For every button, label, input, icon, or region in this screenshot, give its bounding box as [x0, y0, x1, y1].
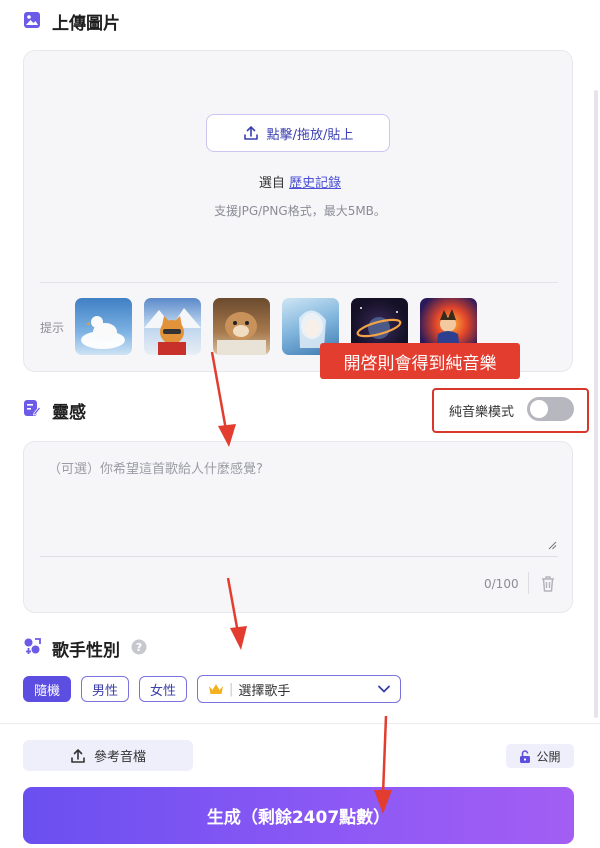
inspiration-divider	[40, 556, 558, 557]
image-icon	[24, 12, 40, 28]
reference-audio-button[interactable]: 參考音檔	[23, 740, 193, 771]
arrow-head-2	[230, 626, 247, 650]
thumbnail-dog-blanket[interactable]	[213, 298, 270, 355]
visibility-button[interactable]: 公開	[506, 744, 574, 768]
scrollbar[interactable]	[594, 90, 598, 718]
upload-icon	[71, 748, 85, 763]
character-counter: 0/100	[484, 577, 519, 591]
hint-label: 提示	[40, 321, 65, 335]
instrumental-mode-toggle[interactable]	[527, 397, 574, 421]
support-text: 支援JPG/PNG格式，最大5MB。	[214, 204, 386, 218]
history-link[interactable]: 歷史記錄	[289, 176, 341, 191]
select-from-row: 選自 歷史記錄	[0, 172, 600, 191]
upload-icon	[243, 126, 258, 140]
singer-gender-icon	[24, 638, 41, 654]
duck-cloud-image	[81, 316, 125, 349]
thumbnail-cat-mountain[interactable]	[144, 298, 201, 355]
bottom-divider	[0, 723, 600, 724]
cat-mountain-image	[144, 308, 201, 355]
toggle-knob	[530, 400, 548, 418]
select-from-prefix: 選自	[258, 176, 285, 191]
thumbnail-duck-cloud[interactable]	[75, 298, 132, 355]
singer-select[interactable]: | 選擇歌手	[197, 675, 401, 703]
visibility-label: 公開	[536, 749, 561, 764]
upload-divider	[40, 282, 558, 283]
arrow-line-3	[381, 715, 388, 795]
gender-option-male[interactable]: 男性	[81, 676, 129, 702]
upload-button-label: 點擊/拖放/貼上	[266, 127, 354, 143]
instrumental-mode-label: 純音樂模式	[449, 405, 515, 420]
upload-button[interactable]: 點擊/拖放/貼上	[206, 114, 390, 152]
gender-option-female[interactable]: 女性	[139, 676, 187, 702]
chevron-down-icon	[378, 685, 390, 693]
note-edit-icon	[24, 400, 41, 416]
counter-separator	[528, 572, 529, 594]
reference-audio-label: 參考音檔	[93, 750, 146, 765]
generate-button[interactable]: 生成（剩餘2407點數）	[23, 787, 574, 844]
unlock-icon	[520, 749, 531, 763]
help-icon[interactable]: ?	[131, 639, 147, 655]
singer-gender-title: 歌手性別	[52, 641, 120, 661]
singer-select-placeholder: 選擇歌手	[238, 683, 291, 699]
crown-icon	[209, 684, 223, 694]
inspiration-input[interactable]	[40, 452, 558, 552]
dog-blanket-image	[217, 312, 266, 355]
trash-icon[interactable]	[540, 575, 556, 593]
svg-text:?: ?	[136, 641, 142, 654]
resize-handle-icon[interactable]	[548, 541, 557, 550]
select-separator: |	[229, 681, 234, 697]
gender-option-random[interactable]: 隨機	[23, 676, 71, 702]
upload-title: 上傳圖片	[52, 14, 120, 34]
inspiration-title: 靈感	[52, 403, 86, 423]
instrumental-annotation: 開啓則會得到純音樂	[320, 343, 520, 379]
